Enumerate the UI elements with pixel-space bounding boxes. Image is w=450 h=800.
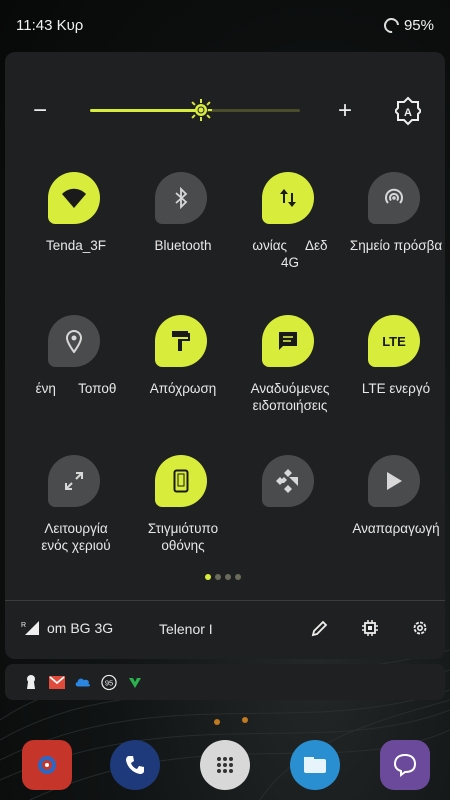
screenshot-icon[interactable] [155, 455, 207, 507]
app-drawer-icon[interactable] [200, 740, 250, 790]
tile-label-line-1: Αναδυόμενες [250, 381, 330, 396]
chip-icon[interactable] [359, 617, 381, 639]
gmail-icon [49, 674, 65, 690]
location-icon[interactable] [48, 315, 100, 367]
brightness-increase-button[interactable]: + [338, 96, 352, 126]
brightness-slider[interactable] [90, 99, 300, 121]
svg-text:95: 95 [105, 678, 113, 687]
page-indicator [205, 574, 241, 580]
phone-icon[interactable] [110, 740, 160, 790]
qs-tile-screenshot[interactable]: Στιγμιότυπο οθόνης [131, 455, 235, 585]
qs-tile-label: Απόχρωση [131, 380, 235, 397]
es-explorer-icon[interactable] [290, 740, 340, 790]
qs-tile-label: Σημείο πρόσβα [344, 237, 448, 254]
qs-tile-message[interactable]: Αναδυόμενες ειδοποιήσεις [238, 315, 342, 445]
feedly-icon [127, 674, 143, 690]
wifi-icon[interactable] [48, 172, 100, 224]
svg-text:LTE: LTE [382, 334, 406, 349]
qs-tile-bluetooth[interactable]: Bluetooth [131, 172, 235, 302]
carrier-1-name: om BG 3G [47, 620, 114, 636]
tile-label-line-1: Στιγμιότυπο [147, 521, 219, 536]
viber-icon[interactable] [380, 740, 430, 790]
dock [0, 735, 450, 800]
brightness-row: − + A [5, 92, 445, 132]
play-icon[interactable] [368, 455, 420, 507]
tile-label-line-1: Σημείο πρόσβα [349, 238, 443, 253]
battery-percent: 95% [403, 16, 434, 34]
tile-label-line-1: Tenda_3F [45, 238, 107, 253]
qs-tile-location[interactable]: ένη Τοποθ [24, 315, 128, 445]
message-icon[interactable] [262, 315, 314, 367]
brightness-slider-fill [90, 109, 202, 112]
tile-label-line-1: ωνίας Δεδ [252, 238, 328, 253]
notification-icons-bar[interactable]: 95 [5, 664, 445, 700]
tile-label-line-2: ενός χεριού [41, 538, 111, 553]
carrier-1: R om BG 3G [21, 619, 113, 637]
page-dot [215, 574, 221, 580]
tile-label-line-2: ειδοποιήσεις [252, 398, 328, 413]
qs-tile-label: Bluetooth [131, 237, 235, 254]
quick-settings-panel: − + A Tenda_3F Bluetooth ωνίας Δεδ 4G Ση… [5, 52, 445, 659]
qs-tile-label: ένη Τοποθ [24, 380, 128, 397]
qs-tile-hotspot[interactable]: Σημείο πρόσβα [344, 172, 448, 302]
mobile-data-icon[interactable] [262, 172, 314, 224]
qs-tile-wifi[interactable]: Tenda_3F [24, 172, 128, 302]
one-hand-icon[interactable] [48, 455, 100, 507]
page-dot [225, 574, 231, 580]
tile-label-line-1: LTE ενεργό [361, 381, 431, 396]
qs-footer: R om BG 3G Telenor I [5, 600, 445, 659]
tile-label-line-2: οθόνης [161, 538, 205, 553]
edit-pencil-icon[interactable] [309, 617, 331, 639]
qs-tile-label: ωνίας Δεδ 4G [238, 237, 342, 271]
tile-label-line-1: Λειτουργία [44, 521, 108, 536]
qs-tile-one-hand[interactable]: Λειτουργία ενός χεριού [24, 455, 128, 585]
app-red-icon[interactable] [22, 740, 72, 790]
battery-icon [380, 14, 403, 36]
lte-icon[interactable]: LTE [368, 315, 420, 367]
qs-tile-label: Tenda_3F [24, 237, 128, 254]
paint-roller-icon[interactable] [155, 315, 207, 367]
page-dot-active [205, 574, 211, 580]
keyhole-icon [23, 674, 39, 690]
badge-95-icon: 95 [101, 674, 117, 690]
brightness-thumb-sun-icon[interactable] [189, 98, 213, 122]
tile-label-line-1: Bluetooth [154, 238, 212, 253]
tile-label-line-1: Αναπαραγωγή [352, 521, 440, 536]
qs-tile-label: Στιγμιότυπο οθόνης [131, 520, 235, 554]
signal-icon: R [21, 621, 39, 635]
onedrive-icon [75, 674, 91, 690]
page-dot [235, 574, 241, 580]
tile-label-line-1: ένη Τοποθ [35, 381, 117, 396]
hotspot-icon[interactable] [368, 172, 420, 224]
qs-tile-label: Αναδυόμενες ειδοποιήσεις [238, 380, 342, 414]
qs-tile-paint-roller[interactable]: Απόχρωση [131, 315, 235, 445]
qs-tile-lte[interactable]: LTE LTE ενεργό [344, 315, 448, 445]
qs-tile-mobile-data[interactable]: ωνίας Δεδ 4G [238, 172, 342, 302]
auto-brightness-icon[interactable]: A [395, 96, 421, 126]
tile-label-line-2: 4G [280, 255, 299, 270]
brightness-decrease-button[interactable]: − [33, 96, 47, 126]
bluetooth-icon[interactable] [155, 172, 207, 224]
qs-tile-kodi[interactable] [238, 455, 342, 585]
status-bar: 11:43 Κυρ 95% [0, 0, 450, 50]
qs-tile-label: LTE ενεργό [344, 380, 448, 397]
carrier-2-name: Telenor I [159, 621, 213, 637]
svg-text:R: R [21, 622, 26, 629]
status-time: 11:43 Κυρ [16, 16, 84, 34]
svg-text:A: A [404, 107, 412, 119]
tile-label-line-1: Απόχρωση [149, 381, 217, 396]
qs-tile-play[interactable]: Αναπαραγωγή [344, 455, 448, 585]
settings-gear-icon[interactable] [409, 617, 431, 639]
qs-tile-label: Αναπαραγωγή [344, 520, 448, 537]
kodi-icon[interactable] [262, 455, 314, 507]
qs-tile-label: Λειτουργία ενός χεριού [24, 520, 128, 554]
